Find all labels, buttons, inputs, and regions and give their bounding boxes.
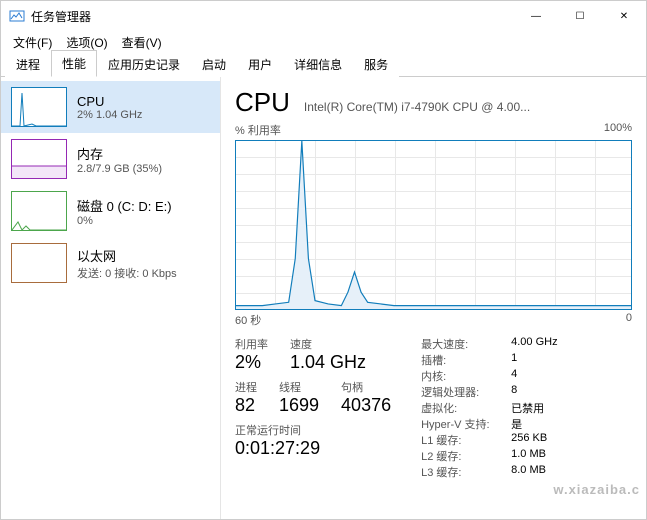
- k-maxspeed: 最大速度:: [421, 336, 511, 352]
- label-utilization: 利用率: [235, 336, 268, 352]
- tabstrip: 进程 性能 应用历史记录 启动 用户 详细信息 服务: [1, 53, 646, 77]
- maximize-button[interactable]: ☐: [558, 1, 602, 31]
- ethernet-thumb-icon: [11, 243, 67, 283]
- v-cores: 4: [511, 368, 581, 384]
- k-sockets: 插槽:: [421, 352, 511, 368]
- cpu-utilization-chart[interactable]: [235, 140, 632, 310]
- disk-thumb-icon: [11, 191, 67, 231]
- v-virt: 已禁用: [511, 400, 581, 416]
- menubar: 文件(F) 选项(O) 查看(V): [1, 31, 646, 53]
- value-speed: 1.04 GHz: [290, 352, 366, 373]
- value-processes: 82: [235, 395, 257, 416]
- titlebar: 任务管理器 — ☐ ✕: [1, 1, 646, 31]
- chart-y-label: % 利用率: [235, 122, 281, 138]
- sidebar-item-memory[interactable]: 内存 2.8/7.9 GB (35%): [1, 133, 220, 185]
- sidebar-item-disk[interactable]: 磁盘 0 (C: D: E:) 0%: [1, 185, 220, 237]
- v-l1: 256 KB: [511, 432, 581, 448]
- v-hyperv: 是: [511, 416, 581, 432]
- k-logical: 逻辑处理器:: [421, 384, 511, 400]
- sidebar-disk-name: 磁盘 0 (C: D: E:): [77, 196, 172, 215]
- sidebar-cpu-name: CPU: [77, 94, 142, 109]
- chart-x-right: 0: [626, 312, 632, 328]
- value-handles: 40376: [341, 395, 391, 416]
- sidebar-mem-name: 内存: [77, 144, 162, 163]
- v-logical: 8: [511, 384, 581, 400]
- k-virt: 虚拟化:: [421, 400, 511, 416]
- tab-processes[interactable]: 进程: [5, 51, 51, 77]
- sidebar-item-ethernet[interactable]: 以太网 发送: 0 接收: 0 Kbps: [1, 237, 220, 289]
- tab-history[interactable]: 应用历史记录: [97, 51, 191, 77]
- v-l3: 8.0 MB: [511, 464, 581, 480]
- close-button[interactable]: ✕: [602, 1, 646, 31]
- v-maxspeed: 4.00 GHz: [511, 336, 581, 352]
- tab-startup[interactable]: 启动: [191, 51, 237, 77]
- sidebar: CPU 2% 1.04 GHz 内存 2.8/7.9 GB (35%) 磁盘 0…: [1, 77, 221, 519]
- v-sockets: 1: [511, 352, 581, 368]
- window-controls: — ☐ ✕: [514, 1, 646, 31]
- value-utilization: 2%: [235, 352, 268, 373]
- k-l1: L1 缓存:: [421, 432, 511, 448]
- tab-details[interactable]: 详细信息: [283, 51, 353, 77]
- tab-users[interactable]: 用户: [237, 51, 283, 77]
- value-threads: 1699: [279, 395, 319, 416]
- label-handles: 句柄: [341, 379, 391, 395]
- k-l2: L2 缓存:: [421, 448, 511, 464]
- k-l3: L3 缓存:: [421, 464, 511, 480]
- tab-performance[interactable]: 性能: [51, 50, 97, 77]
- k-cores: 内核:: [421, 368, 511, 384]
- sidebar-mem-sub: 2.8/7.9 GB (35%): [77, 163, 162, 175]
- sidebar-item-cpu[interactable]: CPU 2% 1.04 GHz: [1, 81, 220, 133]
- cpu-spec-table: 最大速度:4.00 GHz 插槽:1 内核:4 逻辑处理器:8 虚拟化:已禁用 …: [421, 336, 581, 480]
- label-threads: 线程: [279, 379, 319, 395]
- main-panel: CPU Intel(R) Core(TM) i7-4790K CPU @ 4.0…: [221, 77, 646, 519]
- window-title: 任务管理器: [31, 8, 91, 25]
- sidebar-eth-sub: 发送: 0 接收: 0 Kbps: [77, 265, 177, 281]
- sidebar-eth-name: 以太网: [77, 246, 177, 265]
- sidebar-disk-sub: 0%: [77, 215, 172, 227]
- v-l2: 1.0 MB: [511, 448, 581, 464]
- memory-thumb-icon: [11, 139, 67, 179]
- tab-services[interactable]: 服务: [353, 51, 399, 77]
- k-hyperv: Hyper-V 支持:: [421, 416, 511, 432]
- label-uptime: 正常运行时间: [235, 422, 391, 438]
- app-icon: [9, 8, 25, 24]
- value-uptime: 0:01:27:29: [235, 438, 391, 459]
- page-title: CPU: [235, 87, 290, 118]
- sidebar-cpu-sub: 2% 1.04 GHz: [77, 109, 142, 121]
- chart-x-left: 60 秒: [235, 312, 261, 328]
- label-speed: 速度: [290, 336, 366, 352]
- chart-y-max: 100%: [604, 122, 632, 138]
- cpu-model: Intel(R) Core(TM) i7-4790K CPU @ 4.00...: [304, 100, 632, 114]
- cpu-thumb-icon: [11, 87, 67, 127]
- menu-view[interactable]: 查看(V): [116, 32, 168, 53]
- label-processes: 进程: [235, 379, 257, 395]
- minimize-button[interactable]: —: [514, 1, 558, 31]
- content: CPU 2% 1.04 GHz 内存 2.8/7.9 GB (35%) 磁盘 0…: [1, 77, 646, 519]
